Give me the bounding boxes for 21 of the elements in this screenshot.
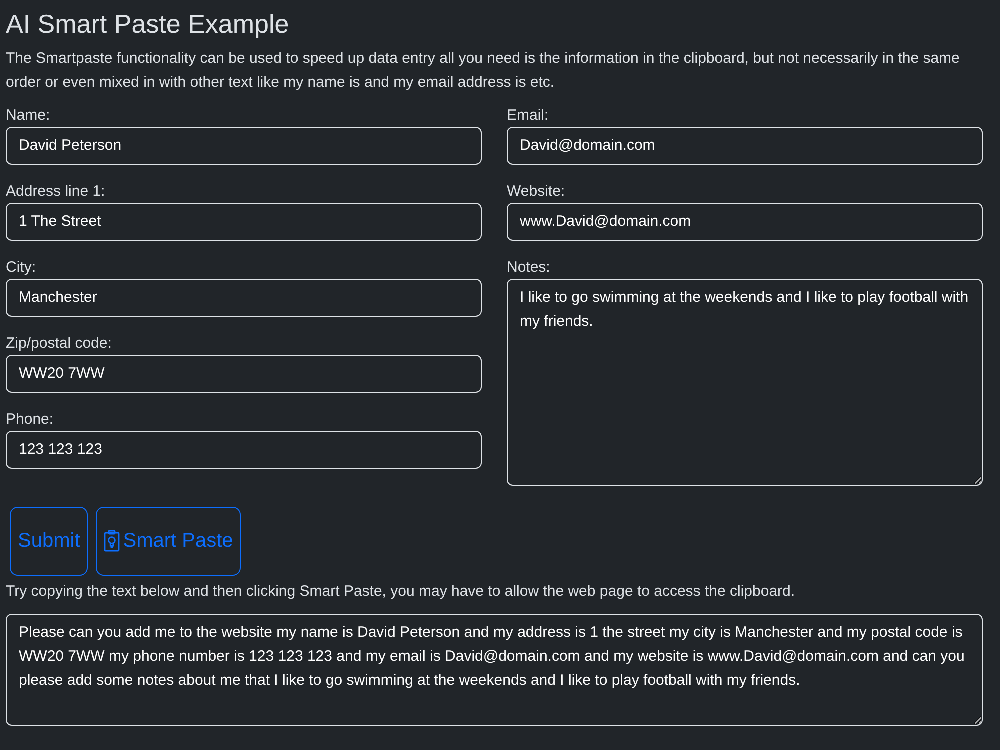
input-field[interactable]: Manchester [6, 278, 482, 317]
input-field[interactable]: WW20 7WW [6, 354, 482, 393]
hint-text: Try copying the text below and then clicking Smart Paste, you may have to allow the web page to access the clipboard. [6, 582, 796, 602]
intro-text: The Smartpaste functionality can be used to speed up data entry all you need is the information in the clipboard, but not necessarily in the same order or even mixed in with other text like my name is and my email address is etc. [6, 48, 961, 93]
input-field[interactable]: David@domain.com [507, 126, 983, 165]
page-title: AI Smart Paste Example [6, 10, 290, 39]
input-field[interactable]: www.David@domain.com [507, 202, 983, 241]
field-label: Name: [6, 106, 52, 126]
field-label: Address line 1: [6, 182, 106, 202]
field-label: Phone: [6, 410, 55, 430]
input-field[interactable]: 1 The Street [6, 202, 482, 241]
input-field[interactable]: 123 123 123 [6, 430, 482, 469]
input-field[interactable]: David Peterson [6, 126, 482, 165]
notes-field[interactable]: I like to go swimming at the weekends and I like to play football with my friends. [507, 278, 983, 486]
field-label: City: [6, 258, 37, 278]
field-label: Notes: [507, 258, 552, 278]
sample-text-field[interactable]: Please can you add me to the website my name is David Peterson and my address is 1 the street my city is Manchester and my postal code is WW20 7WW my phone number is 123 123 123 and my email is David@domain.com and my website is www.David@domain.com and can you please add some notes about me that I like to go swimming at the weekends and I like to play football with my friends. [6, 614, 983, 726]
clipboard-bulb-icon [104, 530, 120, 552]
field-label: Email: [507, 106, 550, 126]
field-label: Website: [507, 182, 566, 202]
field-label: Zip/postal code: [6, 334, 113, 354]
